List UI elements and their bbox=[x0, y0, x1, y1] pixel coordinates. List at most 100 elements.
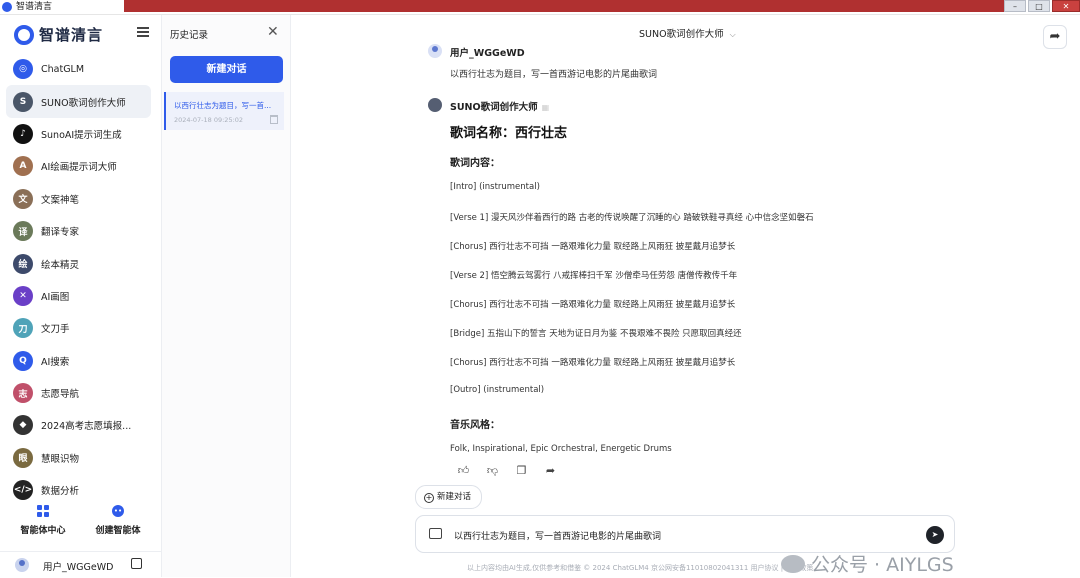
new-chat-pill-label: 新建对话 bbox=[437, 492, 472, 502]
lyric-line: [Intro] (instrumental) bbox=[450, 182, 540, 192]
window-controls: – □ ✕ bbox=[1002, 0, 1080, 12]
sidebar-agent-item[interactable]: 译翻译专家 bbox=[0, 215, 161, 247]
agent-avatar-icon: ◎ bbox=[13, 59, 33, 80]
agent-avatar-icon: ◆ bbox=[13, 415, 33, 436]
tab-create-agent[interactable]: •• 创建智能体 bbox=[83, 505, 153, 536]
agent-avatar-icon: </> bbox=[13, 480, 33, 501]
agent-avatar-icon: 志 bbox=[13, 383, 33, 404]
sidebar-agent-label: 绘本精灵 bbox=[41, 259, 80, 271]
message-user-name: 用户_WGGeWD bbox=[450, 48, 525, 59]
history-item-title: 以西行壮志为题目，写一首... bbox=[174, 101, 272, 110]
history-title: 历史记录 bbox=[170, 30, 209, 41]
footer-disclaimer: 以上内容均由AI生成,仅供参考和借鉴 © 2024 ChatGLM4 京公网安备… bbox=[467, 564, 814, 572]
bot-badge-icon: ▦ bbox=[541, 103, 550, 112]
chat-title-text: SUNO歌词创作大师 bbox=[639, 29, 724, 40]
tab-agent-center[interactable]: 智能体中心 bbox=[8, 505, 78, 536]
music-style: Folk, Inspirational, Epic Orchestral, En… bbox=[450, 444, 672, 454]
agent-avatar-icon: Q bbox=[13, 350, 33, 371]
attach-file-icon[interactable] bbox=[429, 528, 442, 539]
sidebar-agent-item[interactable]: 刀文刀手 bbox=[0, 312, 161, 344]
sidebar-agent-item[interactable]: 志志愿导航 bbox=[0, 377, 161, 409]
agent-avatar-icon: 译 bbox=[13, 221, 33, 242]
sidebar-agent-item[interactable]: </> 数据分析 bbox=[0, 474, 161, 506]
history-item[interactable]: 以西行壮志为题目，写一首... 2024-07-18 09:25:02 bbox=[164, 92, 284, 130]
trash-icon[interactable] bbox=[270, 115, 278, 124]
thumbs-down-icon[interactable]: 👎︎ bbox=[486, 464, 499, 477]
bot-name: SUNO歌词创作大师 ▦ bbox=[450, 99, 549, 113]
lyric-line: [Chorus] 西行壮志不可挡 一路艰难化力量 取经路上风雨狂 披星戴月追梦长 bbox=[450, 300, 736, 310]
sidebar: 智谱清言 ◎ ChatGLM S SUNO歌词创作大师 ♪ SunoAI提示词生成 A AI绘… bbox=[0, 15, 162, 577]
bot-name-text: SUNO歌词创作大师 bbox=[450, 102, 538, 113]
chevron-down-icon: ⌵ bbox=[729, 30, 736, 39]
titlebar-highlight bbox=[124, 0, 1006, 12]
logo[interactable]: 智谱清言 bbox=[14, 24, 103, 45]
sidebar-agent-label: AI绘画提示词大师 bbox=[41, 162, 117, 174]
collapse-sidebar-icon[interactable] bbox=[137, 27, 149, 37]
sidebar-agent-label: SUNO歌词创作大师 bbox=[41, 97, 126, 109]
sidebar-agent-label: ChatGLM bbox=[41, 63, 85, 75]
send-icon[interactable]: ➤ bbox=[926, 526, 944, 544]
message-actions: 👍︎ 👎︎ ❐ ➦ bbox=[457, 464, 557, 477]
sidebar-agent-label: 翻译专家 bbox=[41, 227, 80, 239]
sidebar-agent-item[interactable]: S SUNO歌词创作大师 bbox=[6, 85, 151, 118]
new-chat-button[interactable]: 新建对话 bbox=[170, 56, 283, 83]
sidebar-agent-item[interactable]: 文文案神笔 bbox=[0, 183, 161, 215]
history-item-date: 2024-07-18 09:25:02 bbox=[174, 116, 244, 124]
user-avatar-icon bbox=[428, 44, 442, 58]
sidebar-agent-item[interactable]: A AI绘画提示词大师 bbox=[0, 150, 161, 182]
sidebar-user[interactable]: 用户_WGGeWD bbox=[0, 551, 161, 578]
sidebar-agent-item[interactable]: 眼慧眼识物 bbox=[0, 442, 161, 474]
lyric-line: [Chorus] 西行壮志不可挡 一路艰难化力量 取经路上风雨狂 披星戴月追梦长 bbox=[450, 358, 736, 368]
agent-avatar-icon: ✕ bbox=[13, 285, 33, 306]
sidebar-agent-item[interactable]: ◎ ChatGLM bbox=[0, 53, 161, 85]
lyric-line: [Verse 1] 漫天风沙伴着西行的路 古老的传说唤醒了沉睡的心 踏破铁鞋寻真… bbox=[450, 213, 814, 223]
sidebar-agent-item[interactable]: Q AI搜索 bbox=[0, 345, 161, 377]
watermark: 公众号 · AIYLGS bbox=[781, 550, 954, 577]
lyric-line: [Verse 2] 悟空腾云驾雾行 八戒挥棒扫千军 沙僧牵马任劳怨 唐僧传教传千… bbox=[450, 271, 738, 281]
grid-icon bbox=[37, 505, 49, 517]
sidebar-agent-label: AI搜索 bbox=[41, 356, 70, 368]
sidebar-agent-label: 慧眼识物 bbox=[41, 453, 80, 465]
message-input-value[interactable]: 以西行壮志为题目，写一首西游记电影的片尾曲歌词 bbox=[454, 529, 661, 542]
agent-avatar-icon: ♪ bbox=[13, 123, 33, 144]
switch-window-icon[interactable] bbox=[131, 558, 142, 569]
share-button[interactable]: ➦ bbox=[1043, 25, 1067, 49]
sidebar-agent-label: AI画图 bbox=[41, 291, 70, 303]
agent-avatar-icon: 文 bbox=[13, 188, 33, 209]
tab-create-agent-label: 创建智能体 bbox=[95, 526, 141, 536]
app-logo-icon bbox=[2, 2, 12, 12]
lyrics-heading: 歌词内容： bbox=[450, 158, 500, 169]
history-panel: 历史记录 ✕ 新建对话 以西行壮志为题目，写一首... 2024-07-18 0… bbox=[162, 15, 291, 577]
bot-avatar-icon bbox=[428, 98, 442, 112]
lyric-line: [Chorus] 西行壮志不可挡 一路艰难化力量 取经路上风雨狂 披星戴月追梦长 bbox=[450, 242, 736, 252]
sidebar-agent-label: SunoAI提示词生成 bbox=[41, 129, 122, 141]
agent-avatar-icon: A bbox=[13, 156, 33, 177]
minimize-icon[interactable]: – bbox=[1004, 0, 1026, 12]
thumbs-up-icon[interactable]: 👍︎ bbox=[457, 464, 470, 477]
user-message: 以西行壮志为题目，写一首西游记电影的片尾曲歌词 bbox=[450, 70, 658, 80]
close-history-icon[interactable]: ✕ bbox=[267, 24, 279, 40]
new-chat-pill[interactable]: + 新建对话 bbox=[415, 485, 483, 509]
close-window-icon[interactable]: ✕ bbox=[1052, 0, 1080, 12]
agent-avatar-icon: S bbox=[13, 91, 33, 112]
sidebar-agent-label: 文案神笔 bbox=[41, 194, 80, 206]
agent-list: ◎ ChatGLM S SUNO歌词创作大师 ♪ SunoAI提示词生成 A AI绘画提示词大… bbox=[0, 53, 161, 506]
maximize-icon[interactable]: □ bbox=[1028, 0, 1050, 12]
chat-main: SUNO歌词创作大师 ⌵ ➦ 用户_WGGeWD 以西行壮志为题目，写一首西游记电… bbox=[291, 15, 1080, 577]
share-icon[interactable]: ➦ bbox=[544, 464, 557, 477]
copy-icon[interactable]: ❐ bbox=[515, 464, 528, 477]
sidebar-agent-label: 数据分析 bbox=[41, 486, 80, 498]
sidebar-agent-label: 2024高考志愿填报... bbox=[41, 421, 132, 433]
agent-avatar-icon: 眼 bbox=[13, 447, 33, 468]
create-agent-icon: •• bbox=[112, 505, 124, 517]
song-title: 歌词名称：西行壮志 bbox=[450, 126, 568, 141]
sidebar-agent-item[interactable]: ✕ AI画图 bbox=[0, 280, 161, 312]
sidebar-agent-item[interactable]: ♪ SunoAI提示词生成 bbox=[0, 118, 161, 150]
sidebar-bottom-tabs: 智能体中心 •• 创建智能体 bbox=[0, 505, 161, 541]
chat-title[interactable]: SUNO歌词创作大师 ⌵ bbox=[639, 26, 736, 40]
plus-icon: + bbox=[424, 493, 434, 503]
tab-agent-center-label: 智能体中心 bbox=[20, 526, 66, 536]
sidebar-agent-item[interactable]: ◆ 2024高考志愿填报... bbox=[0, 409, 161, 441]
sidebar-agent-item[interactable]: 绘绘本精灵 bbox=[0, 247, 161, 279]
message-input[interactable]: 以西行壮志为题目，写一首西游记电影的片尾曲歌词 ➤ bbox=[415, 515, 955, 553]
